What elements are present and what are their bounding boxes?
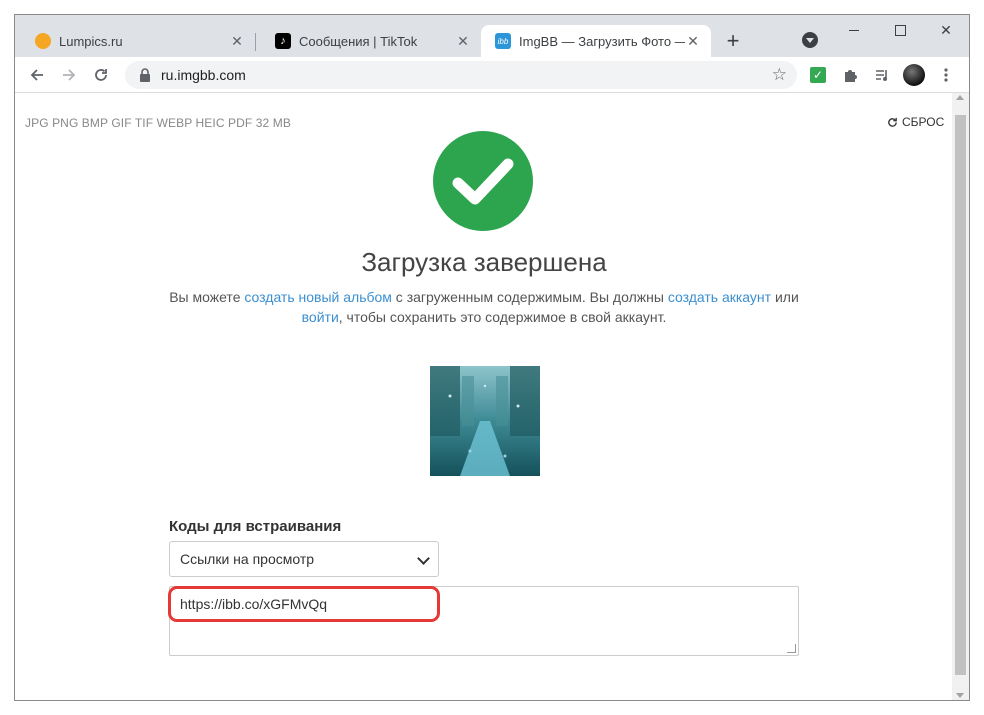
resize-handle-icon[interactable] — [787, 644, 796, 653]
scroll-thumb[interactable] — [955, 115, 966, 675]
reload-icon — [95, 69, 107, 81]
desc-text: или — [771, 289, 799, 305]
reload-button[interactable] — [89, 63, 113, 87]
tab-title: Сообщения | TikTok — [299, 33, 418, 49]
lumpics-favicon — [35, 33, 51, 49]
address-bar[interactable]: ru.imgbb.com ☆ — [125, 61, 797, 89]
embed-type-select[interactable]: Ссылки на просмотр — [169, 541, 439, 577]
success-check-icon — [433, 131, 533, 231]
tab-lumpics[interactable]: Lumpics.ru ✕ — [15, 25, 255, 57]
uploaded-image-thumbnail[interactable] — [430, 366, 540, 476]
bookmark-star-icon[interactable]: ☆ — [772, 65, 787, 85]
lock-icon — [139, 68, 151, 82]
login-link[interactable]: войти — [302, 309, 339, 325]
scroll-up-icon[interactable] — [956, 95, 964, 100]
extensions-puzzle-icon[interactable] — [839, 64, 861, 86]
tab-search-icon[interactable] — [802, 32, 818, 48]
minimize-icon — [849, 29, 859, 31]
reset-icon — [888, 117, 897, 127]
upload-description: Вы можете создать новый альбом с загруже… — [165, 287, 803, 327]
embed-type-value: Ссылки на просмотр — [180, 551, 315, 567]
supported-formats: JPG PNG BMP GIF TIF WEBP HEIC PDF 32 MB — [25, 116, 291, 130]
back-arrow-icon — [30, 69, 43, 81]
close-tab-icon[interactable]: ✕ — [685, 33, 701, 49]
embed-codes-label: Коды для встраивания — [169, 518, 342, 535]
reset-label: СБРОС — [902, 115, 945, 129]
browser-toolbar: ru.imgbb.com ☆ ✓ — [15, 57, 969, 93]
chevron-down-icon — [417, 552, 430, 565]
create-account-link[interactable]: создать аккаунт — [668, 289, 771, 305]
browser-window: Lumpics.ru ✕ ♪ Сообщения | TikTok ✕ ibb … — [14, 14, 970, 701]
maximize-icon — [894, 24, 906, 36]
minimize-button[interactable] — [831, 15, 877, 45]
desc-text: с загруженным содержимым. Вы должны — [391, 289, 668, 305]
forward-button[interactable] — [57, 63, 81, 87]
new-tab-button[interactable]: + — [721, 29, 745, 53]
desc-text: , чтобы сохранить это содержимое в свой … — [338, 309, 667, 325]
maximize-button[interactable] — [877, 15, 923, 45]
forward-arrow-icon — [63, 69, 76, 81]
highlight-annotation — [168, 586, 440, 622]
create-album-link[interactable]: создать новый альбом — [244, 289, 392, 305]
media-control-icon[interactable] — [871, 64, 893, 86]
reset-button[interactable]: СБРОС — [887, 115, 944, 129]
close-window-button[interactable]: ✕ — [923, 15, 969, 45]
tab-title: Lumpics.ru — [59, 33, 123, 49]
url-text: ru.imgbb.com — [161, 67, 246, 83]
back-button[interactable] — [25, 63, 49, 87]
extension-check-icon[interactable]: ✓ — [807, 64, 829, 86]
page-title: Загрузка завершена — [361, 247, 607, 277]
tiktok-favicon: ♪ — [275, 33, 291, 49]
scroll-down-icon[interactable] — [956, 693, 964, 698]
close-tab-icon[interactable]: ✕ — [455, 33, 471, 49]
profile-avatar[interactable] — [903, 64, 925, 86]
tab-title: ImgBB — Загрузить Фото — Х — [519, 33, 685, 49]
tab-strip: Lumpics.ru ✕ ♪ Сообщения | TikTok ✕ ibb … — [15, 15, 969, 57]
page-content: JPG PNG BMP GIF TIF WEBP HEIC PDF 32 MB … — [15, 93, 953, 700]
vertical-scrollbar[interactable] — [952, 93, 969, 700]
tab-imgbb[interactable]: ibb ImgBB — Загрузить Фото — Х ✕ — [481, 25, 711, 57]
close-tab-icon[interactable]: ✕ — [229, 33, 245, 49]
desc-text: Вы можете — [169, 289, 245, 305]
imgbb-favicon: ibb — [495, 33, 511, 49]
menu-kebab-icon[interactable] — [935, 64, 957, 86]
close-icon: ✕ — [940, 21, 952, 38]
tab-tiktok[interactable]: ♪ Сообщения | TikTok ✕ — [255, 25, 481, 57]
